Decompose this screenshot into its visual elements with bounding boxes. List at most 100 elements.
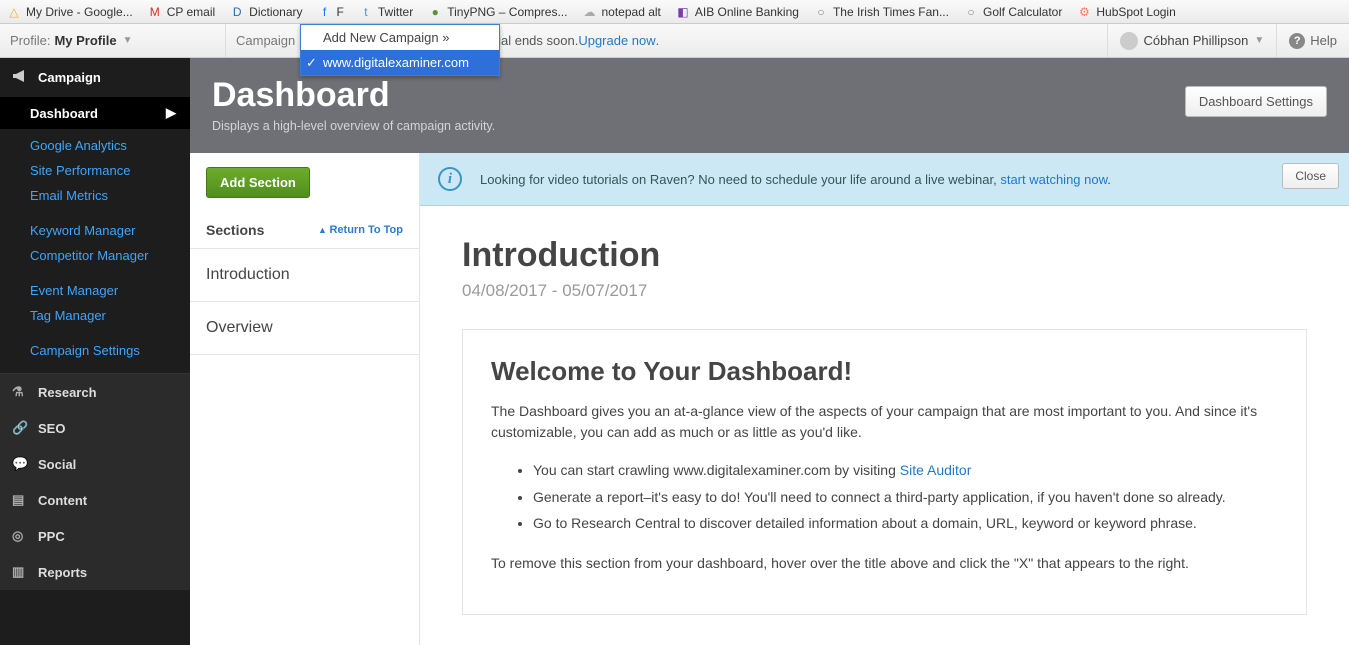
section-icon: ⚗	[12, 384, 30, 400]
welcome-list: You can start crawling www.digitalexamin…	[533, 457, 1278, 537]
info-icon: i	[438, 167, 462, 191]
bookmark-item[interactable]: fF	[317, 4, 344, 20]
section-item[interactable]: Introduction	[190, 248, 419, 301]
site-auditor-link[interactable]: Site Auditor	[900, 462, 972, 478]
bookmark-icon: ○	[963, 4, 979, 20]
start-watching-link[interactable]: start watching now	[1000, 172, 1107, 187]
megaphone-icon	[12, 68, 30, 87]
list-item: Generate a report–it's easy to do! You'l…	[533, 484, 1278, 511]
bookmark-icon: △	[6, 4, 22, 20]
return-to-top-link[interactable]: Return To Top	[318, 224, 403, 236]
trial-notice: Your free trial ends soon. Upgrade now.	[419, 24, 1106, 57]
sections-column: Add Section Sections Return To Top Intro…	[190, 153, 420, 645]
help-icon: ?	[1289, 33, 1305, 49]
bookmark-icon: ☁	[581, 4, 597, 20]
bookmark-label: TinyPNG – Compres...	[447, 5, 567, 19]
list-item: Go to Research Central to discover detai…	[533, 510, 1278, 537]
chevron-right-icon: ▶	[166, 105, 176, 121]
upgrade-link[interactable]: Upgrade now	[578, 33, 655, 48]
campaign-add-new[interactable]: Add New Campaign »	[301, 25, 499, 50]
user-name: Cóbhan Phillipson	[1144, 33, 1249, 48]
page-subtitle: Displays a high-level overview of campai…	[212, 119, 1327, 133]
sidebar-section-social[interactable]: 💬 Social	[0, 446, 190, 482]
welcome-p2: To remove this section from your dashboa…	[491, 553, 1278, 574]
sections-title: Sections	[206, 222, 264, 238]
close-button[interactable]: Close	[1282, 163, 1339, 189]
bookmark-label: Golf Calculator	[983, 5, 1062, 19]
bookmark-icon: ●	[427, 4, 443, 20]
bookmark-item[interactable]: △ My Drive - Google...	[6, 4, 133, 20]
section-icon: ◎	[12, 528, 30, 544]
bookmark-item[interactable]: t Twitter	[358, 4, 413, 20]
bookmark-icon: D	[229, 4, 245, 20]
bookmark-label: notepad alt	[601, 5, 660, 19]
chevron-down-icon: ▼	[1254, 35, 1264, 46]
campaign-option-selected[interactable]: ✓ www.digitalexaminer.com	[301, 50, 499, 75]
main-content: Dashboard Displays a high-level overview…	[190, 58, 1349, 645]
sidebar-section-label: Content	[38, 493, 87, 508]
bookmark-icon: t	[358, 4, 374, 20]
sidebar-link[interactable]: Site Performance	[30, 158, 190, 183]
sidebar-section-content[interactable]: ▤ Content	[0, 482, 190, 518]
profile-label: Profile:	[10, 33, 50, 48]
bookmark-item[interactable]: DDictionary	[229, 4, 302, 20]
welcome-heading: Welcome to Your Dashboard!	[491, 356, 1278, 387]
sidebar-link[interactable]: Keyword Manager	[30, 218, 190, 243]
bookmark-icon: ○	[813, 4, 829, 20]
welcome-box: Welcome to Your Dashboard! The Dashboard…	[462, 329, 1307, 615]
bookmark-label: CP email	[167, 5, 215, 19]
sidebar-section-label: SEO	[38, 421, 65, 436]
sidebar-section-research[interactable]: ⚗ Research	[0, 374, 190, 410]
section-item[interactable]: Overview	[190, 301, 419, 355]
sidebar-link[interactable]: Google Analytics	[30, 133, 190, 158]
sidebar-dashboard-label: Dashboard	[30, 106, 98, 121]
sidebar-section-label: Reports	[38, 565, 87, 580]
bookmark-label: AIB Online Banking	[695, 5, 799, 19]
welcome-p1: The Dashboard gives you an at-a-glance v…	[491, 401, 1278, 443]
section-icon: 🔗	[12, 420, 30, 436]
campaign-dropdown[interactable]: Add New Campaign » ✓ www.digitalexaminer…	[300, 24, 500, 76]
bookmark-item[interactable]: ○The Irish Times Fan...	[813, 4, 949, 20]
campaign-selector[interactable]: Campaign	[225, 24, 305, 57]
bookmark-item[interactable]: ⚙ HubSpot Login	[1076, 4, 1175, 20]
sidebar-campaign-head[interactable]: Campaign	[0, 58, 190, 97]
article: Introduction 04/08/2017 - 05/07/2017 Wel…	[420, 206, 1349, 645]
sidebar-link[interactable]: Campaign Settings	[30, 338, 190, 363]
bookmark-item[interactable]: ○ Golf Calculator	[963, 4, 1062, 20]
profile-selector[interactable]: Profile: My Profile ▼	[0, 33, 225, 48]
section-icon: ▤	[12, 492, 30, 508]
add-section-button[interactable]: Add Section	[206, 167, 310, 198]
dashboard-settings-button[interactable]: Dashboard Settings	[1185, 86, 1327, 117]
help-button[interactable]: ? Help	[1276, 24, 1349, 57]
bookmark-label: My Drive - Google...	[26, 5, 133, 19]
sidebar: Campaign Dashboard ▶ Google AnalyticsSit…	[0, 58, 190, 645]
sidebar-dashboard[interactable]: Dashboard ▶	[0, 97, 190, 129]
bookmark-item[interactable]: ● TinyPNG – Compres...	[427, 4, 567, 20]
sidebar-link[interactable]: Tag Manager	[30, 303, 190, 328]
sidebar-campaign-label: Campaign	[38, 70, 101, 85]
sidebar-section-label: Social	[38, 457, 76, 472]
campaign-label: Campaign	[236, 33, 295, 48]
sidebar-link[interactable]: Competitor Manager	[30, 243, 190, 268]
sidebar-link[interactable]: Event Manager	[30, 278, 190, 303]
sidebar-section-seo[interactable]: 🔗 SEO	[0, 410, 190, 446]
user-menu[interactable]: Cóbhan Phillipson ▼	[1107, 24, 1277, 57]
sidebar-section-label: Research	[38, 385, 97, 400]
info-banner: i Looking for video tutorials on Raven? …	[420, 153, 1349, 206]
bookmark-icon: ⚙	[1076, 4, 1092, 20]
date-range: 04/08/2017 - 05/07/2017	[462, 281, 1307, 301]
section-icon: 💬	[12, 456, 30, 472]
sidebar-section-ppc[interactable]: ◎ PPC	[0, 518, 190, 554]
content-column: i Looking for video tutorials on Raven? …	[420, 153, 1349, 645]
sidebar-section-label: PPC	[38, 529, 65, 544]
bookmark-label: HubSpot Login	[1096, 5, 1175, 19]
avatar-icon	[1120, 32, 1138, 50]
article-heading: Introduction	[462, 236, 1307, 275]
bookmark-label: Twitter	[378, 5, 413, 19]
bookmark-item[interactable]: MCP email	[147, 4, 215, 20]
section-icon: ▥	[12, 564, 30, 580]
sidebar-link[interactable]: Email Metrics	[30, 183, 190, 208]
bookmark-label: F	[337, 5, 344, 19]
bookmark-item[interactable]: ◧AIB Online Banking	[675, 4, 799, 20]
bookmark-item[interactable]: ☁ notepad alt	[581, 4, 660, 20]
